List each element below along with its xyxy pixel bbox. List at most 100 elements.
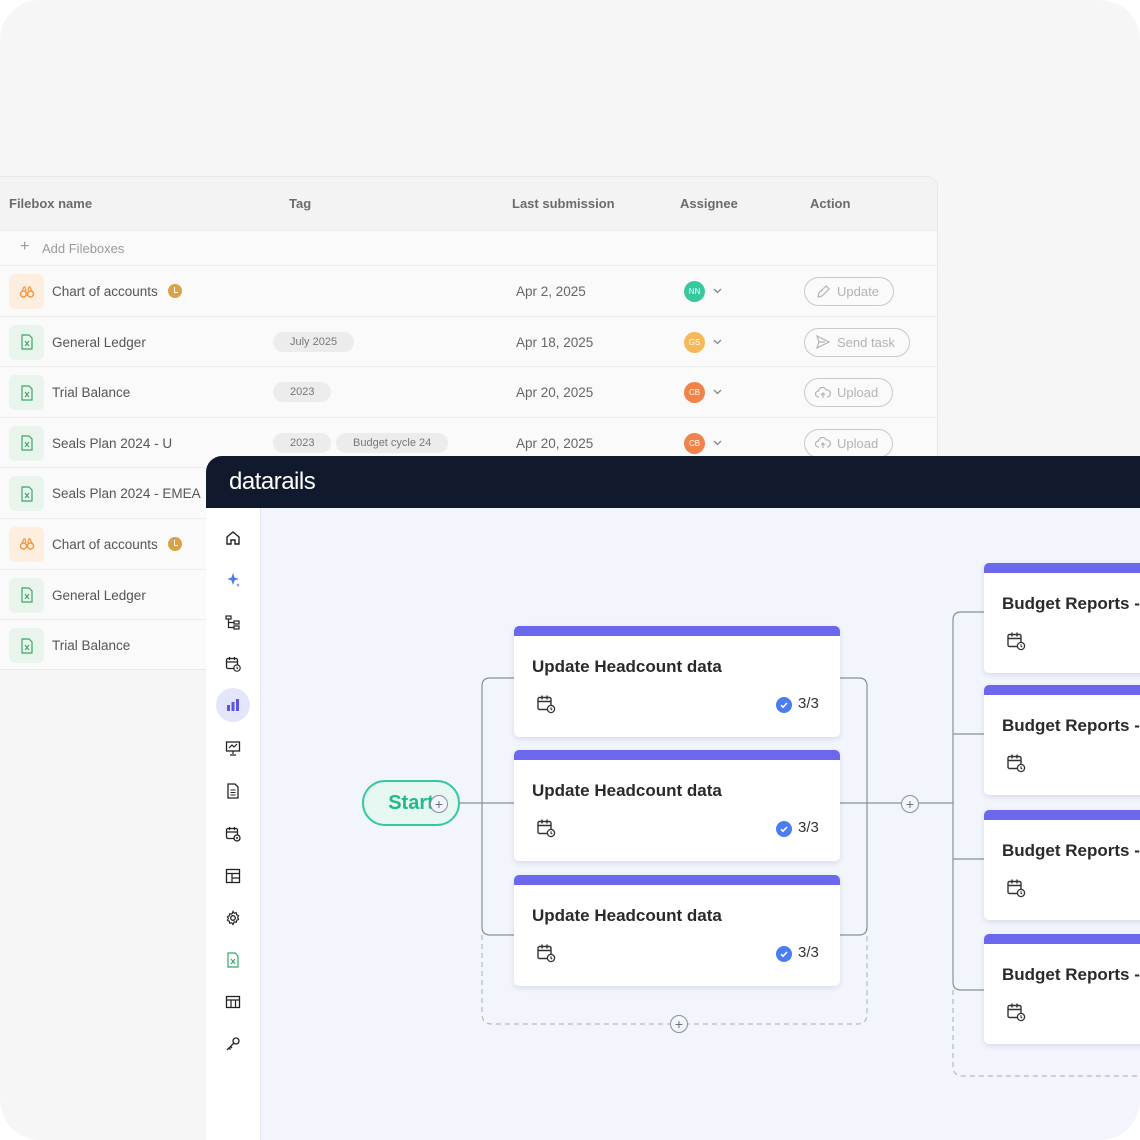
add-fileboxes-row[interactable]: + Add Fileboxes — [0, 231, 937, 266]
col-header-action[interactable]: Action — [810, 196, 850, 211]
filebox-name-label: Trial Balance — [52, 638, 131, 654]
task-card[interactable]: Budget Reports - — [984, 685, 1140, 795]
task-title: Budget Reports - — [1002, 841, 1140, 860]
task-card[interactable]: Budget Reports - — [984, 563, 1140, 673]
completion-count: 3/3 — [798, 819, 819, 836]
datarails-logo[interactable]: datarails — [229, 468, 316, 496]
task-card-accent-bar — [514, 875, 840, 885]
task-card[interactable]: Update Headcount data 3/3 — [514, 875, 840, 986]
task-title: Budget Reports - — [1002, 716, 1140, 735]
datarails-app-window: datarails Start + + + Update Headcount d… — [206, 456, 1140, 1140]
action-button-label: Update — [837, 284, 879, 299]
layout-icon[interactable] — [219, 862, 247, 890]
assignee-avatar[interactable]: CB — [684, 432, 705, 454]
task-card[interactable]: Budget Reports - — [984, 810, 1140, 920]
chevron-down-icon[interactable] — [713, 383, 722, 395]
task-card[interactable]: Update Headcount data 3/3 — [514, 626, 840, 737]
table-icon[interactable] — [219, 988, 247, 1016]
calendar-clock-icon[interactable] — [1006, 631, 1026, 651]
edit-pen-icon — [815, 284, 831, 300]
binoculars-icon — [9, 526, 44, 562]
filebox-name-label: Chart of accounts — [52, 284, 158, 299]
filebox-name[interactable]: Chart of accounts — [52, 536, 182, 552]
task-card-accent-bar — [514, 626, 840, 636]
filebox-name[interactable]: Seals Plan 2024 - EMEA — [52, 486, 201, 501]
home-icon[interactable] — [219, 524, 247, 552]
tag-chip[interactable]: 2023 — [273, 382, 332, 403]
action-button[interactable]: Send task — [804, 327, 910, 357]
gear-icon[interactable] — [219, 904, 247, 932]
hierarchy-icon[interactable] — [219, 608, 247, 636]
action-button[interactable]: Upload — [804, 378, 894, 408]
action-button[interactable]: Update — [804, 277, 894, 306]
col-header-tag[interactable]: Tag — [289, 196, 311, 211]
plus-icon: + — [20, 238, 30, 255]
excel-file-icon[interactable] — [219, 946, 247, 974]
last-submission-date: Apr 20, 2025 — [516, 435, 594, 451]
assignee-avatar[interactable]: GS — [684, 331, 705, 353]
last-submission-date: Apr 2, 2025 — [516, 284, 586, 299]
action-button-label: Upload — [837, 435, 879, 451]
bar-chart-icon[interactable] — [216, 688, 250, 722]
tag-chip[interactable]: 2023 — [273, 432, 332, 453]
document-icon[interactable] — [219, 777, 247, 805]
calendar-clock-icon[interactable] — [219, 650, 247, 678]
filebox-name-label: General Ledger — [52, 334, 146, 350]
filebox-name[interactable]: Trial Balance — [52, 385, 130, 400]
table-row[interactable]: Chart of accounts Apr 2, 2025 NN Update — [0, 266, 937, 317]
table-header: Filebox name Tag Last submission Assigne… — [0, 177, 937, 231]
check-circle-icon — [776, 697, 792, 713]
col-header-last-submission[interactable]: Last submission — [512, 196, 615, 211]
filebox-name[interactable]: General Ledger — [52, 588, 146, 603]
excel-file-icon — [9, 375, 44, 411]
add-fileboxes-label: Add Fileboxes — [42, 241, 125, 256]
add-step-plus-icon[interactable]: + — [430, 795, 448, 813]
calendar-clock-icon[interactable] — [1006, 1002, 1026, 1022]
col-header-filebox-name[interactable]: Filebox name — [9, 196, 92, 211]
excel-file-icon — [9, 324, 44, 360]
task-card-accent-bar — [984, 563, 1140, 573]
task-card-accent-bar — [984, 810, 1140, 820]
table-row[interactable]: Trial Balance 2023 Apr 20, 2025 CB Upload — [0, 367, 937, 418]
chevron-down-icon[interactable] — [713, 333, 722, 345]
add-step-plus-icon[interactable]: + — [901, 795, 919, 813]
tag-chip[interactable]: Budget cycle 24 — [336, 432, 449, 453]
presentation-icon[interactable] — [219, 734, 247, 762]
calendar-clock-icon[interactable] — [536, 818, 556, 838]
filebox-name-label: Chart of accounts — [52, 536, 158, 552]
key-icon[interactable] — [219, 1030, 247, 1058]
assignee-avatar[interactable]: CB — [684, 382, 705, 404]
workflow-canvas: Start + + + Update Headcount data 3/3 Upda… — [261, 508, 1140, 1140]
filebox-name[interactable]: General Ledger — [52, 335, 146, 350]
task-card-accent-bar — [984, 934, 1140, 944]
clock-icon — [167, 536, 182, 551]
tag-chip[interactable]: July 2025 — [273, 331, 355, 352]
task-title: Budget Reports - — [1002, 594, 1140, 613]
sparkle-icon[interactable] — [219, 566, 247, 594]
task-card[interactable]: Budget Reports - — [984, 934, 1140, 1044]
chevron-down-icon[interactable] — [713, 282, 722, 294]
cloud-upload-icon — [815, 436, 831, 450]
filebox-name[interactable]: Seals Plan 2024 - U — [52, 436, 172, 451]
action-button[interactable]: Upload — [804, 428, 894, 458]
filebox-name[interactable]: Chart of accounts — [52, 284, 182, 299]
completion-count: 3/3 — [798, 944, 819, 961]
assignee-avatar[interactable]: NN — [684, 281, 705, 302]
task-card-accent-bar — [984, 685, 1140, 695]
task-card[interactable]: Update Headcount data 3/3 — [514, 750, 840, 861]
col-header-assignee[interactable]: Assignee — [680, 196, 738, 211]
chevron-down-icon[interactable] — [713, 434, 722, 446]
calendar-clock-icon[interactable] — [1006, 878, 1026, 898]
calendar-settings-icon[interactable] — [219, 820, 247, 848]
calendar-clock-icon[interactable] — [536, 694, 556, 714]
table-row[interactable]: General Ledger July 2025 Apr 18, 2025 GS Sen… — [0, 317, 937, 368]
task-card-accent-bar — [514, 750, 840, 760]
action-button-label: Upload — [837, 385, 879, 401]
calendar-clock-icon[interactable] — [1006, 753, 1026, 773]
add-parallel-step-plus-icon[interactable]: + — [670, 1015, 688, 1033]
excel-file-icon — [9, 577, 44, 613]
check-circle-icon — [776, 946, 792, 962]
action-button-label: Send task — [837, 334, 895, 350]
calendar-clock-icon[interactable] — [536, 943, 556, 963]
filebox-name[interactable]: Trial Balance — [52, 638, 130, 653]
